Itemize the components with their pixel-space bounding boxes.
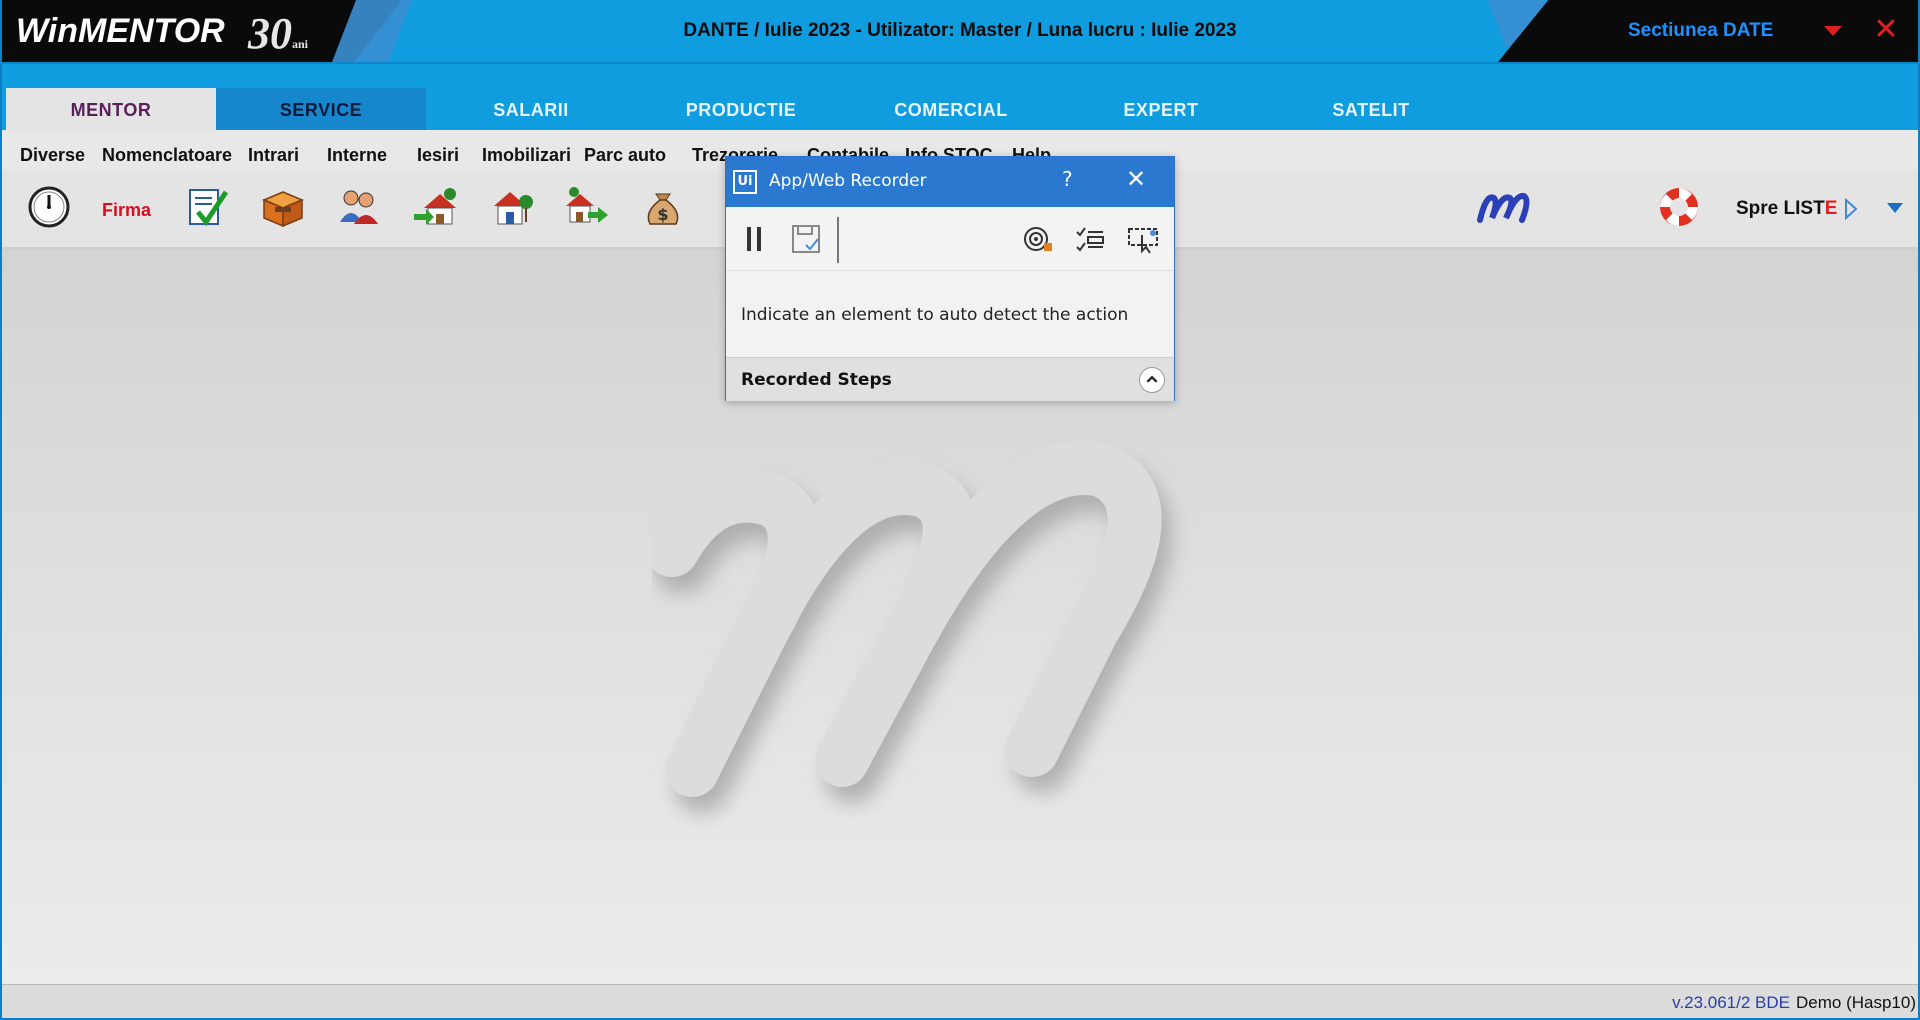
checklist-icon[interactable] bbox=[1074, 223, 1106, 255]
target-detect-icon[interactable] bbox=[1022, 223, 1054, 255]
recorded-steps-panel[interactable]: Recorded Steps bbox=[726, 357, 1174, 401]
version-label: v.23.061/2 BDE bbox=[1672, 993, 1790, 1012]
money-bag-icon[interactable]: $ bbox=[640, 184, 686, 230]
menu-intrari[interactable]: Intrari bbox=[248, 145, 299, 166]
document-check-icon[interactable] bbox=[184, 184, 230, 230]
firma-button[interactable]: Firma bbox=[102, 200, 151, 221]
help-button[interactable]: ? bbox=[1062, 167, 1073, 191]
menu-interne[interactable]: Interne bbox=[327, 145, 387, 166]
screen-select-icon[interactable] bbox=[1126, 223, 1160, 255]
mentor-m-icon[interactable] bbox=[1476, 184, 1536, 230]
section-dropdown-icon[interactable] bbox=[1824, 26, 1842, 36]
close-recorder-button[interactable]: ✕ bbox=[1126, 165, 1146, 193]
chevron-up-icon[interactable] bbox=[1139, 367, 1165, 393]
module-tabs: MENTOR SERVICE SALARII PRODUCTIE COMERCI… bbox=[2, 62, 1918, 132]
close-app-button[interactable]: ✕ bbox=[1870, 14, 1902, 46]
tab-satelit[interactable]: SATELIT bbox=[1266, 88, 1476, 132]
lifebuoy-icon[interactable] bbox=[1656, 184, 1702, 230]
toolbar-separator bbox=[837, 217, 839, 263]
mentor-watermark-logo bbox=[652, 441, 1162, 797]
house-arrow-out-icon[interactable] bbox=[564, 184, 610, 230]
menu-iesiri[interactable]: Iesiri bbox=[417, 145, 459, 166]
svg-text:$: $ bbox=[657, 205, 668, 224]
winmentor-window: WinMENTOR 30ani DANTE / Iulie 2023 - Uti… bbox=[0, 0, 1920, 1020]
chevron-down-icon[interactable] bbox=[1886, 202, 1904, 214]
house-icon[interactable] bbox=[488, 184, 534, 230]
tab-comercial[interactable]: COMERCIAL bbox=[846, 88, 1056, 132]
recorder-toolbar bbox=[726, 207, 1174, 271]
clock-icon[interactable] bbox=[26, 184, 72, 230]
menu-imobilizari[interactable]: Imobilizari bbox=[482, 145, 571, 166]
box-icon[interactable] bbox=[260, 184, 306, 230]
tab-productie[interactable]: PRODUCTIE bbox=[636, 88, 846, 132]
license-label: Demo (Hasp10) bbox=[1796, 993, 1916, 1012]
uipath-logo-icon: Ui bbox=[733, 170, 757, 194]
house-arrow-in-icon[interactable] bbox=[412, 184, 458, 230]
recorded-steps-label: Recorded Steps bbox=[741, 370, 892, 390]
recorder-title: App/Web Recorder bbox=[769, 171, 927, 191]
menu-parc-auto[interactable]: Parc auto bbox=[584, 145, 666, 166]
people-icon[interactable] bbox=[336, 184, 382, 230]
title-bar: WinMENTOR 30ani DANTE / Iulie 2023 - Uti… bbox=[2, 0, 1918, 62]
tab-mentor[interactable]: MENTOR bbox=[6, 88, 216, 132]
status-bar: v.23.061/2 BDE Demo (Hasp10) bbox=[2, 984, 1918, 1018]
app-web-recorder-dialog: Ui App/Web Recorder ? ✕ Indicate an elem… bbox=[725, 156, 1175, 401]
menu-nomenclatoare[interactable]: Nomenclatoare bbox=[102, 145, 232, 166]
tab-expert[interactable]: EXPERT bbox=[1056, 88, 1266, 132]
tab-salarii[interactable]: SALARII bbox=[426, 88, 636, 132]
section-label[interactable]: Sectiunea DATE bbox=[1628, 20, 1773, 42]
pause-icon[interactable] bbox=[744, 225, 764, 253]
spre-liste-button[interactable]: Spre LISTE bbox=[1736, 198, 1837, 220]
tab-service[interactable]: SERVICE bbox=[216, 88, 426, 132]
recorder-instruction: Indicate an element to auto detect the a… bbox=[741, 305, 1129, 325]
save-icon[interactable] bbox=[790, 223, 822, 255]
recorder-title-bar[interactable]: Ui App/Web Recorder ? ✕ bbox=[726, 157, 1174, 207]
menu-diverse[interactable]: Diverse bbox=[20, 145, 85, 166]
play-arrow-icon[interactable] bbox=[1844, 198, 1858, 220]
